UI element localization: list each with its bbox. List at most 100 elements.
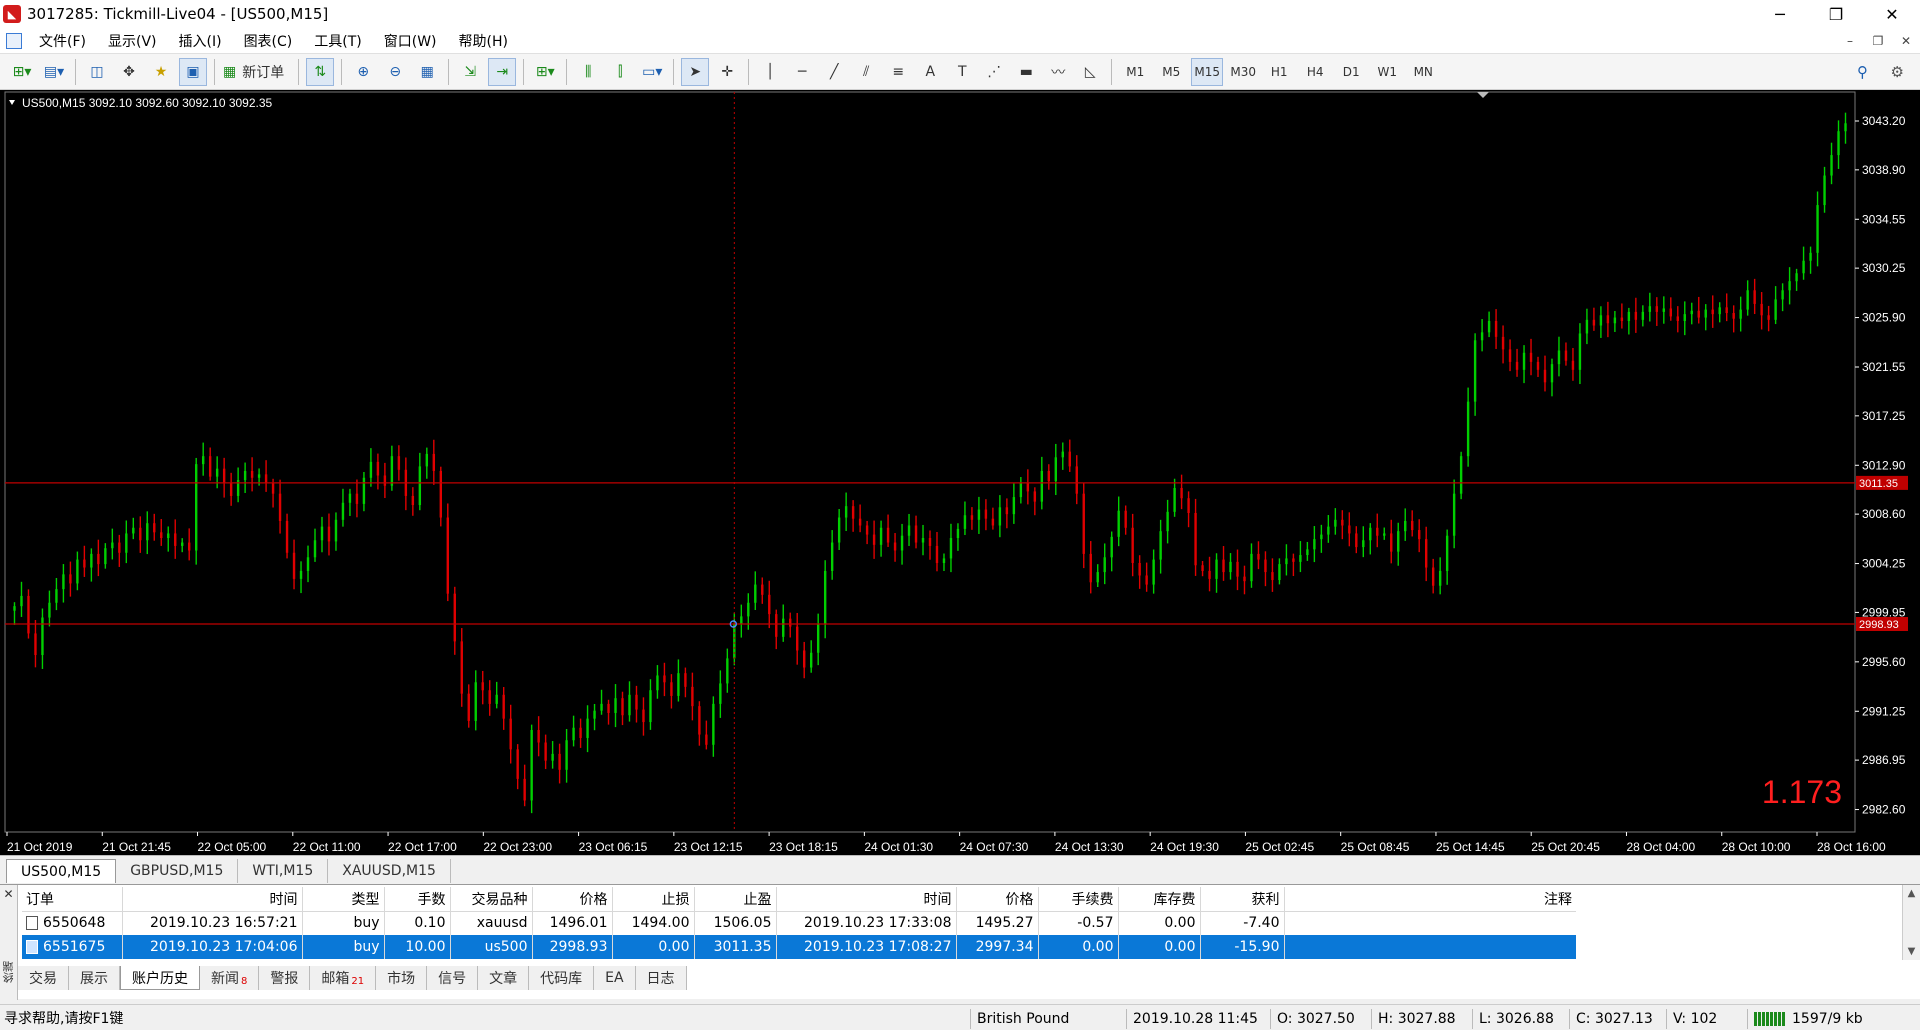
profiles-icon[interactable]: ▤▾ (40, 58, 68, 86)
navigator-icon[interactable]: ✥ (115, 58, 143, 86)
tab-journal[interactable]: 日志 (635, 966, 687, 990)
tab-code-base[interactable]: 代码库 (529, 966, 595, 990)
menu-window[interactable]: 窗口(W) (373, 31, 448, 51)
fibonacci-icon[interactable]: ≡ (884, 58, 912, 86)
timeframe-m30[interactable]: M30 (1227, 58, 1259, 86)
candle-chart-icon[interactable]: ⫿ (606, 58, 634, 86)
chart-minimize-button[interactable]: – (1836, 28, 1864, 54)
trendline-icon[interactable]: ╱ (820, 58, 848, 86)
tab-news[interactable]: 新闻 8 (200, 966, 260, 990)
elliott-wave-icon[interactable]: 〰 (1044, 58, 1072, 86)
tab-experts[interactable]: EA (594, 966, 636, 990)
algo-trading-icon[interactable]: ⇅ (306, 57, 335, 86)
col-open-time[interactable]: 时间 (122, 887, 303, 912)
scroll-up-icon[interactable]: ▲ (1908, 888, 1916, 899)
menu-help[interactable]: 帮助(H) (448, 31, 519, 51)
timeframe-d1[interactable]: D1 (1335, 58, 1367, 86)
timeframe-h4[interactable]: H4 (1299, 58, 1331, 86)
tab-account-history[interactable]: 账户历史 (120, 966, 200, 990)
new-order-button[interactable]: ▦ 新订单 (222, 58, 291, 86)
col-open-price[interactable]: 价格 (532, 887, 613, 912)
terminal-icon[interactable]: ▣ (179, 57, 207, 86)
menu-view[interactable]: 显示(V) (97, 31, 168, 51)
restore-button[interactable]: ❐ (1808, 0, 1864, 28)
text-icon[interactable]: A (916, 58, 944, 86)
col-close-time[interactable]: 时间 (776, 887, 957, 912)
chart-big-value: 1.173 (1762, 774, 1842, 810)
autoscroll-icon[interactable]: ⇥ (488, 57, 517, 86)
col-close-price[interactable]: 价格 (956, 887, 1039, 912)
candlestick-chart-svg[interactable]: 3011.35 2998.93 US500,M15 3092.10 3092.60 … (0, 90, 1920, 855)
chart-tab-us500[interactable]: US500,M15 (6, 859, 117, 883)
tab-mailbox[interactable]: 邮箱 21 (310, 966, 377, 990)
text-label-icon[interactable]: T (948, 58, 976, 86)
fibo-fan-icon[interactable]: ⋰ (980, 58, 1008, 86)
price-chart[interactable]: 3011.35 2998.93 US500,M15 3092.10 3092.60 … (0, 90, 1920, 855)
favorites-icon[interactable]: ★ (147, 58, 175, 86)
timeframe-m15[interactable]: M15 (1191, 57, 1224, 86)
horizontal-line-icon[interactable]: ─ (788, 58, 816, 86)
col-swap[interactable]: 库存费 (1118, 887, 1201, 912)
menu-file[interactable]: 文件(F) (28, 31, 97, 51)
chart-tab-gbpusd[interactable]: GBPUSD,M15 (116, 859, 239, 883)
indicators-icon[interactable]: ⊞▾ (531, 58, 559, 86)
equidistant-channel-icon[interactable]: ⫽ (852, 58, 880, 86)
col-type[interactable]: 类型 (302, 887, 385, 912)
vertical-line-icon[interactable]: │ (756, 58, 784, 86)
chart-shift-icon[interactable]: ⇲ (456, 58, 484, 86)
settings-icon[interactable]: ⚙ (1891, 63, 1904, 81)
menu-charts[interactable]: 图表(C) (233, 31, 304, 51)
new-chart-icon[interactable]: ⊞▾ (8, 58, 36, 86)
candle-body (1564, 350, 1568, 361)
minimize-button[interactable]: ─ (1752, 0, 1808, 28)
tab-alerts[interactable]: 警报 (259, 966, 311, 990)
chart-tab-xauusd[interactable]: XAUUSD,M15 (328, 859, 451, 883)
candle-body (726, 658, 729, 684)
crosshair-icon[interactable]: ✛ (713, 58, 741, 86)
tab-market[interactable]: 市场 (376, 966, 428, 990)
col-order[interactable]: 订单 (22, 887, 123, 912)
tab-signals[interactable]: 信号 (427, 966, 479, 990)
shapes-icon[interactable]: ◺ (1076, 58, 1104, 86)
terminal-scrollbar[interactable]: ▲ ▼ (1902, 885, 1920, 960)
col-symbol[interactable]: 交易品种 (450, 887, 533, 912)
market-watch-icon[interactable]: ◫ (83, 58, 111, 86)
col-lots[interactable]: 手数 (384, 887, 451, 912)
timeframe-m1[interactable]: M1 (1119, 58, 1151, 86)
tile-windows-icon[interactable]: ▦ (413, 58, 441, 86)
timeframe-m5[interactable]: M5 (1155, 58, 1187, 86)
cursor-icon[interactable]: ➤ (681, 57, 710, 86)
rectangle-icon[interactable]: ▬ (1012, 58, 1040, 86)
col-sl[interactable]: 止损 (612, 887, 695, 912)
search-icon[interactable]: ⚲ (1857, 63, 1868, 81)
tab-articles[interactable]: 文章 (478, 966, 530, 990)
chart-window-icon[interactable] (6, 32, 22, 49)
timeframe-h1[interactable]: H1 (1263, 58, 1295, 86)
menu-tools[interactable]: 工具(T) (303, 31, 372, 51)
scroll-down-icon[interactable]: ▼ (1908, 946, 1916, 957)
bar-chart-icon[interactable]: ⫼ (574, 58, 602, 86)
candle-body (1026, 483, 1030, 492)
close-icon[interactable]: ✕ (3, 887, 13, 901)
col-commission[interactable]: 手续费 (1038, 887, 1119, 912)
table-row-selected[interactable]: 6551675 2019.10.23 17:04:06 buy 10.00 us… (22, 935, 1576, 959)
candle-body (782, 618, 785, 637)
timeframe-mn[interactable]: MN (1407, 58, 1439, 86)
menu-insert[interactable]: 插入(I) (168, 31, 233, 51)
col-tp[interactable]: 止盈 (694, 887, 777, 912)
chart-tab-wti[interactable]: WTI,M15 (238, 859, 329, 883)
chart-close-button[interactable]: ✕ (1892, 28, 1920, 54)
zoom-out-icon[interactable]: ⊖ (381, 58, 409, 86)
tab-trade[interactable]: 交易 (18, 966, 69, 990)
col-profit[interactable]: 获利 (1200, 887, 1285, 912)
zoom-in-icon[interactable]: ⊕ (349, 58, 377, 86)
close-button[interactable]: ✕ (1864, 0, 1920, 28)
chart-restore-button[interactable]: ❐ (1864, 28, 1892, 54)
tab-exposure[interactable]: 展示 (69, 966, 120, 990)
time-axis-label: 21 Oct 2019 (7, 840, 73, 854)
candle-body (1152, 559, 1155, 585)
table-row[interactable]: 6550648 2019.10.23 16:57:21 buy 0.10 xau… (22, 911, 1576, 935)
col-comment[interactable]: 注释 (1284, 887, 1576, 912)
templates-icon[interactable]: ▭▾ (638, 58, 666, 86)
timeframe-w1[interactable]: W1 (1371, 58, 1403, 86)
